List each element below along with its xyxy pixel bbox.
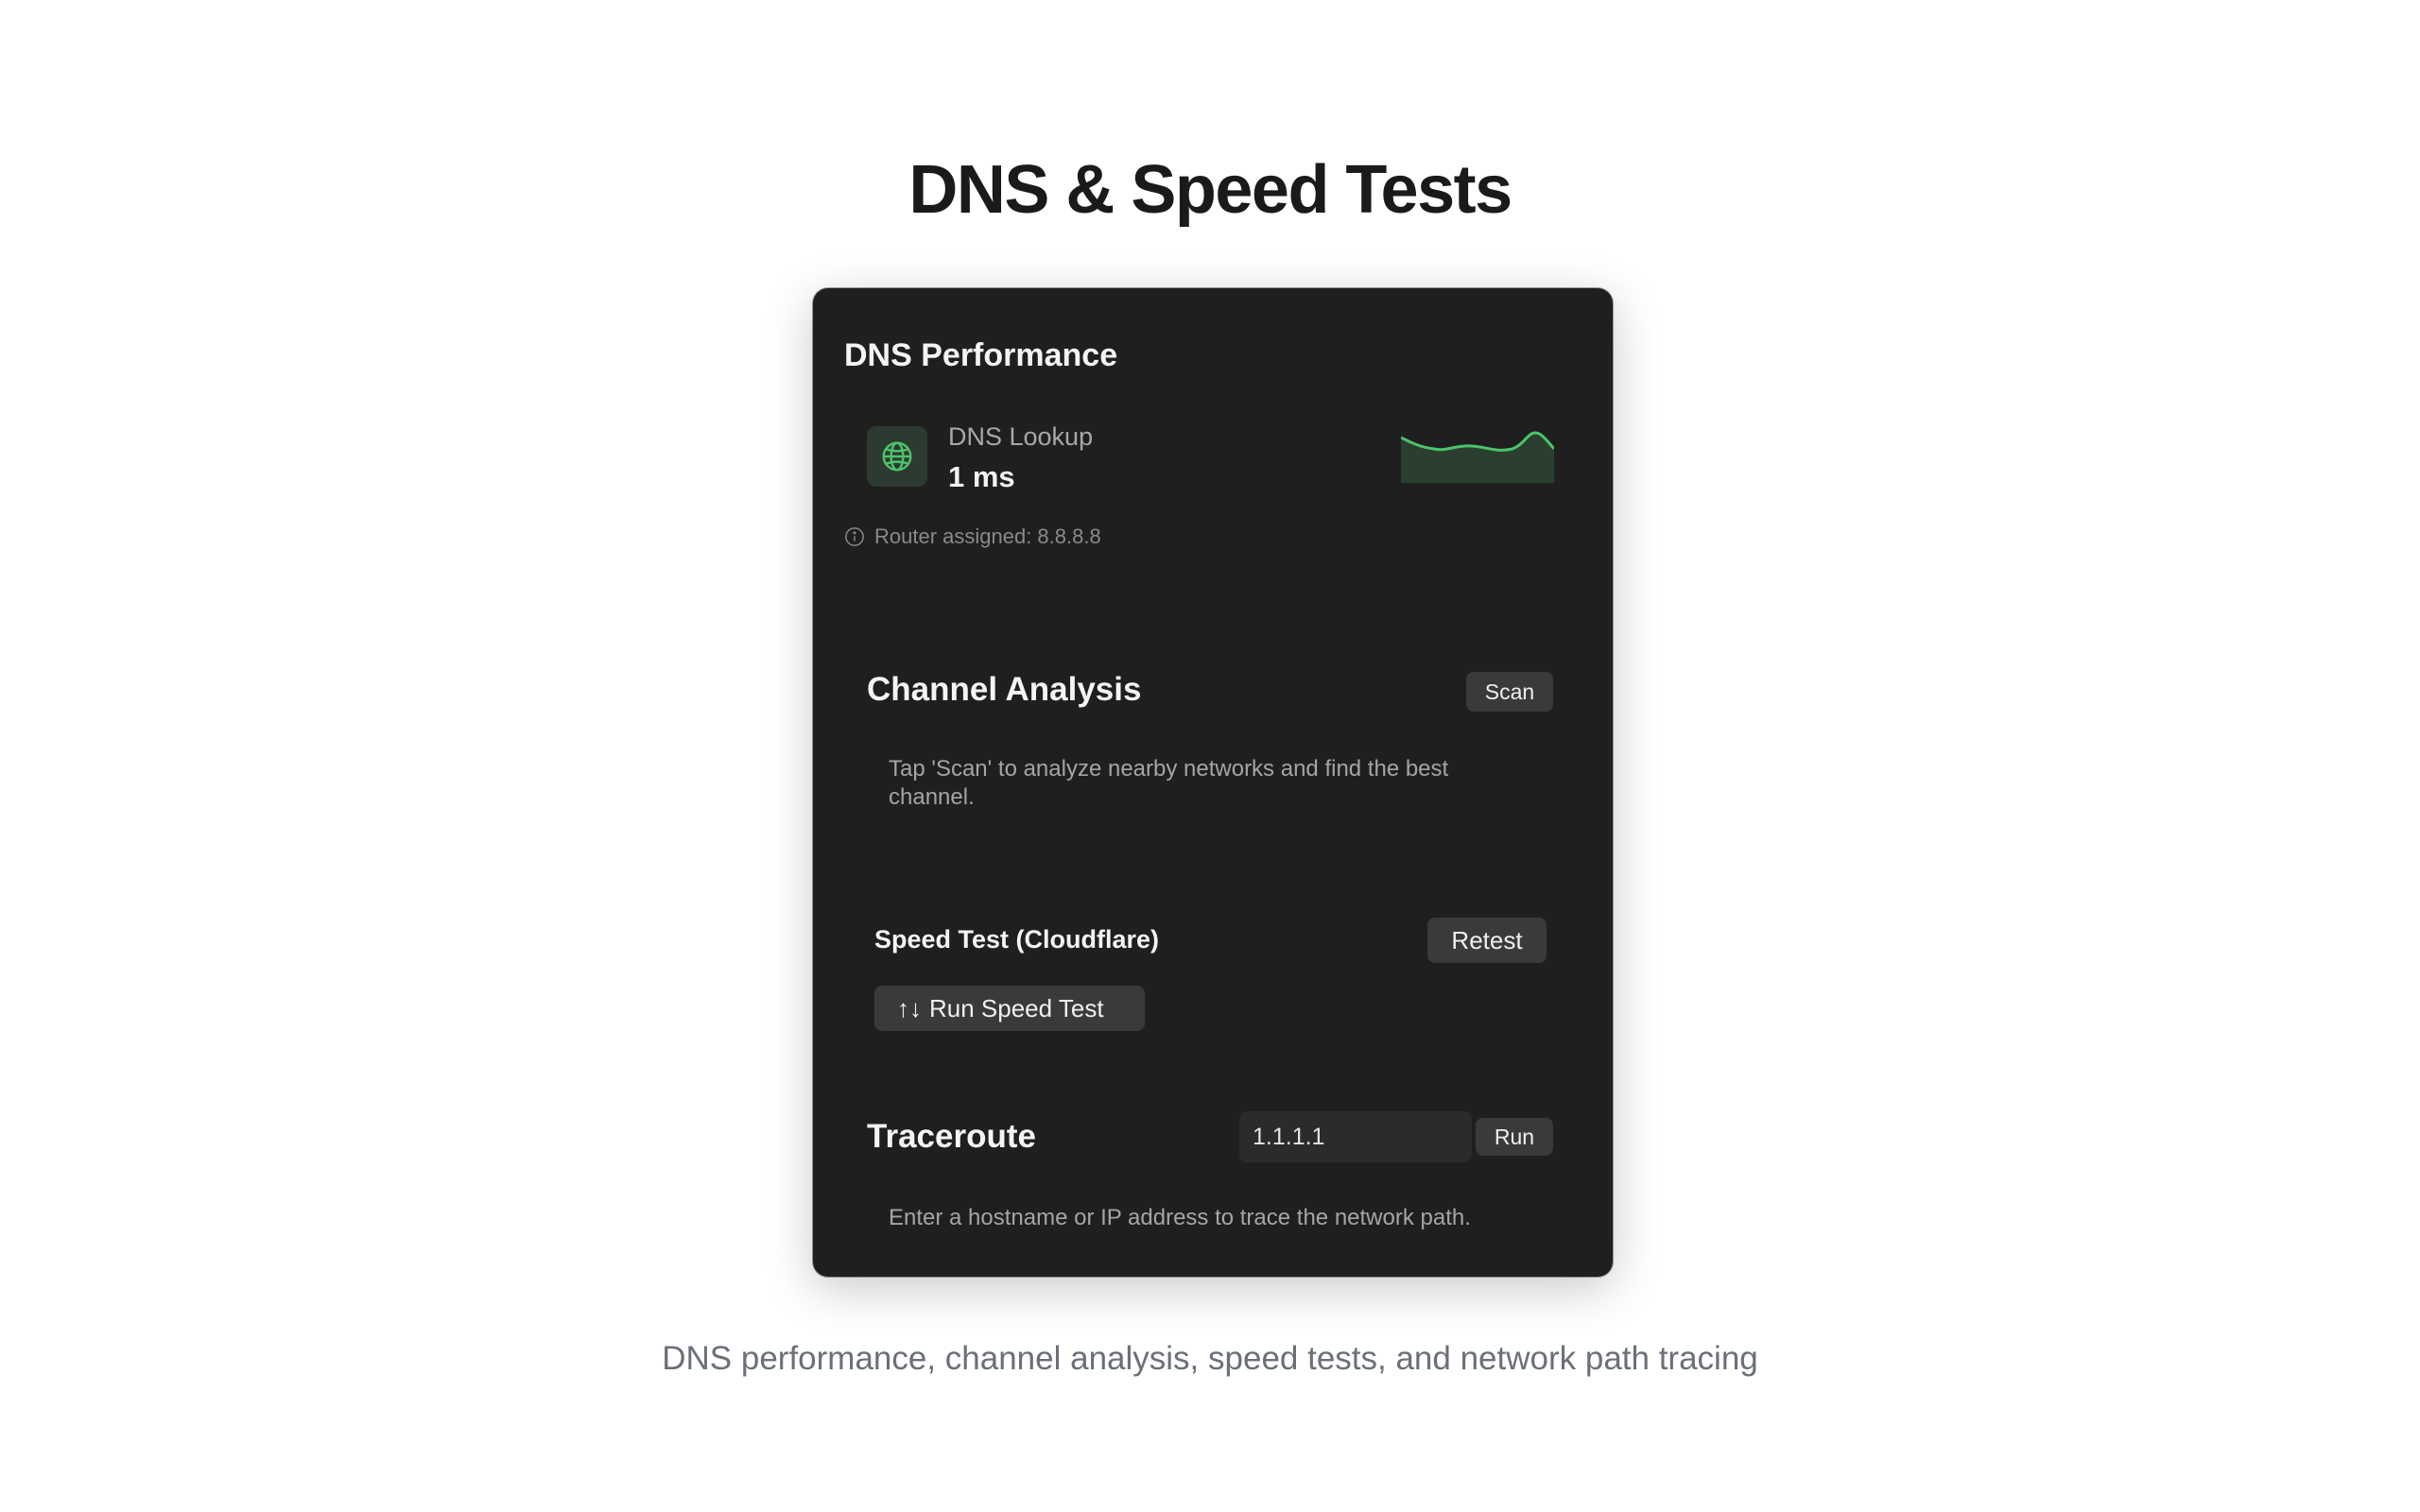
info-icon	[845, 527, 864, 546]
dns-lookup-value: 1 ms	[948, 460, 1015, 493]
run-speed-test-button[interactable]: ↑↓ Run Speed Test	[874, 986, 1145, 1031]
dns-performance-title: DNS Performance	[844, 337, 1118, 373]
traceroute-description: Enter a hostname or IP address to trace …	[889, 1205, 1471, 1230]
network-tools-panel: DNS Performance DNS Lookup 1 ms Router a…	[813, 288, 1613, 1277]
traceroute-title: Traceroute	[867, 1118, 1036, 1155]
channel-analysis-description: Tap 'Scan' to analyze nearby networks an…	[889, 756, 1449, 810]
scan-button[interactable]: Scan	[1466, 672, 1553, 712]
page-caption: DNS performance, channel analysis, speed…	[662, 1340, 1758, 1377]
router-info-text: Router assigned: 8.8.8.8	[874, 524, 1101, 548]
traceroute-host-input[interactable]	[1239, 1111, 1472, 1162]
dns-lookup-label: DNS Lookup	[948, 422, 1094, 451]
globe-icon	[867, 426, 927, 487]
up-down-arrows-icon: ↑↓	[897, 993, 922, 1022]
speed-test-title: Speed Test (Cloudflare)	[874, 925, 1160, 954]
traceroute-run-button[interactable]: Run	[1476, 1118, 1553, 1156]
retest-button[interactable]: Retest	[1427, 918, 1547, 963]
run-speed-test-label: Run Speed Test	[929, 993, 1104, 1022]
page-title: DNS & Speed Tests	[908, 152, 1512, 228]
router-info: Router assigned: 8.8.8.8	[844, 524, 1101, 549]
dns-latency-sparkline	[1401, 431, 1554, 483]
channel-analysis-title: Channel Analysis	[867, 671, 1142, 708]
